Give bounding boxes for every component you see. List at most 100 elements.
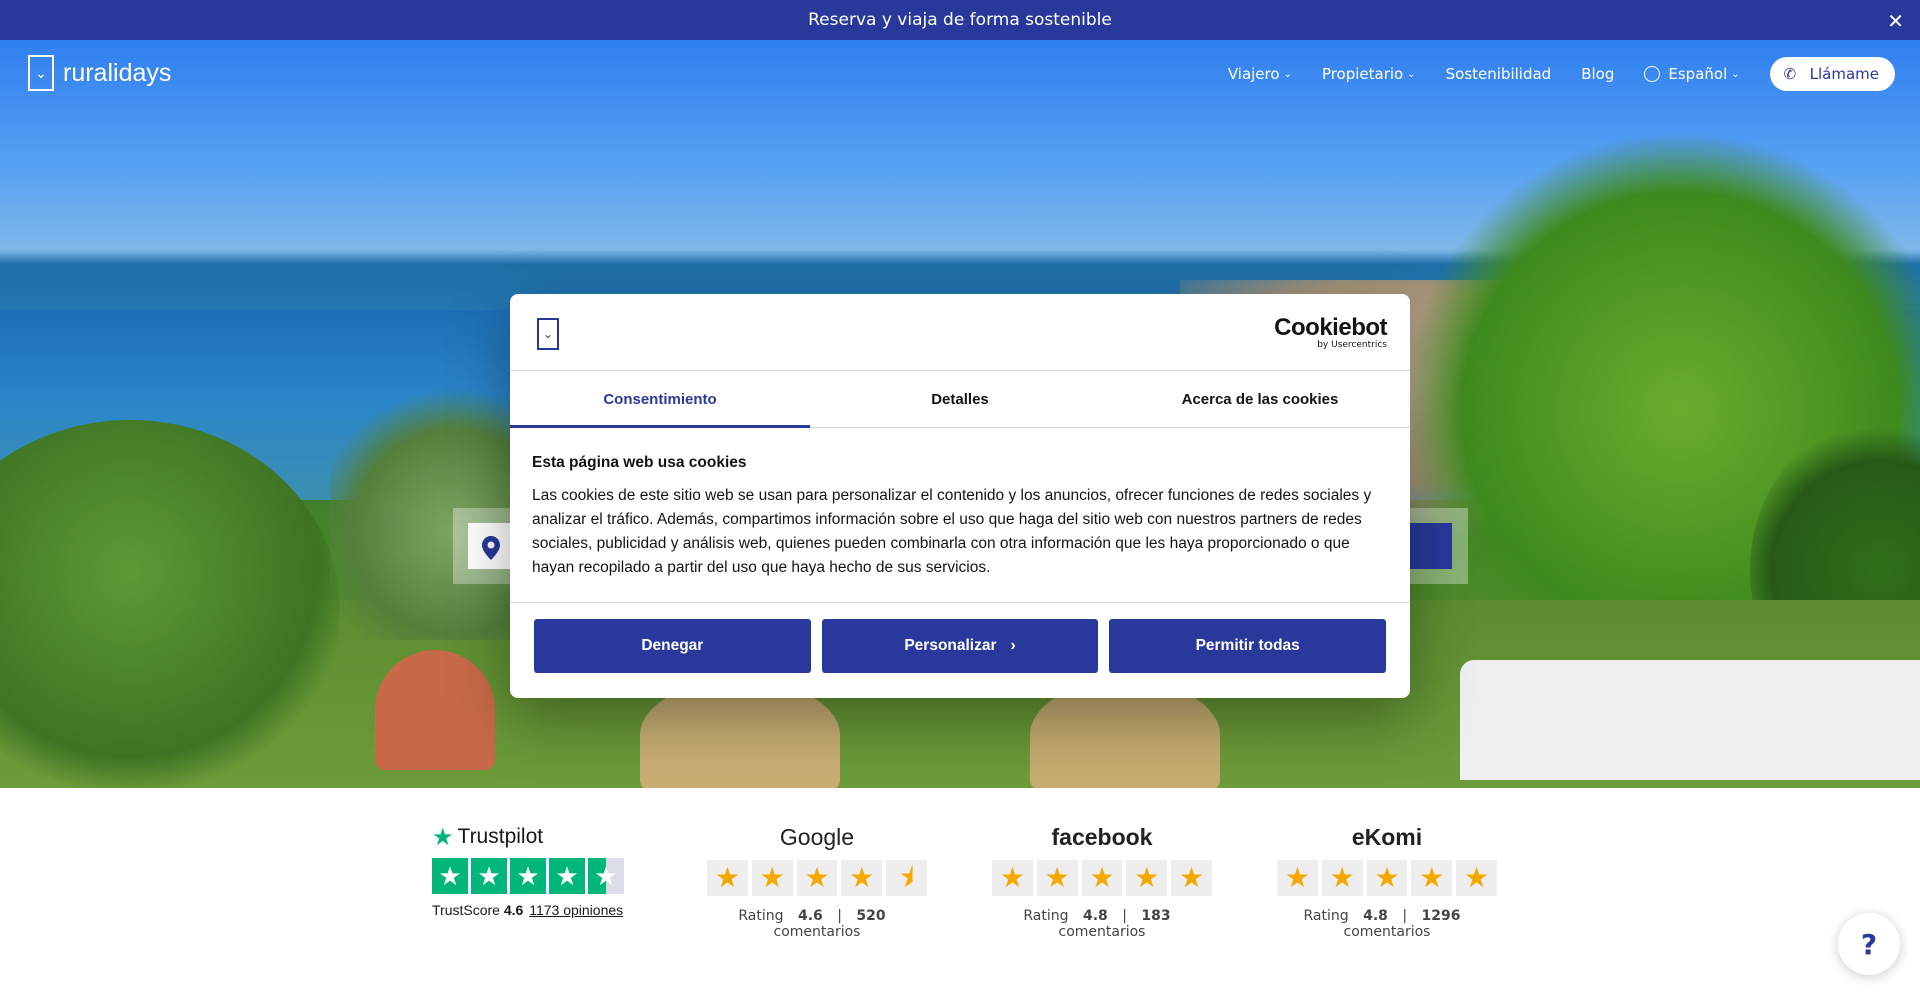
chevron-down-icon: ⌄ [1283,68,1292,80]
nav-item-label: Propietario [1321,65,1404,83]
trustpilot-star-icon: ★ [432,823,454,851]
cookiebot-by: by Usercentrics [1317,340,1387,350]
chevron-right-icon: › [1010,637,1016,654]
star-icon: ★ [1126,860,1168,896]
star-icon: ★ [1036,860,1078,896]
star-icon: ★ [1321,860,1363,896]
cookie-tabs: Consentimiento Detalles Acerca de las co… [510,370,1410,428]
rating-value: 4.6 [797,908,823,924]
deny-button[interactable]: Denegar [534,619,811,673]
count-label: comentarios [1343,924,1431,940]
customize-label: Personalizar [904,637,997,654]
call-me-label: Llámame [1809,65,1879,83]
deny-label: Denegar [641,637,704,654]
separator: | [1122,908,1127,924]
star-icon: ★ [1171,860,1212,896]
ekomi-rating-line: Rating 4.8 | 1296 comentarios [1277,908,1497,940]
language-selector[interactable]: Español ⌄ [1644,65,1740,83]
separator: | [837,908,842,924]
star-icon: ★ [510,858,546,894]
nav-item-label: Viajero [1227,65,1280,83]
cookiebot-logo[interactable]: Cookiebot by Usercentrics [1274,314,1387,351]
review-count: 183 [1141,908,1171,924]
review-count: 520 [856,908,886,924]
logo-text: ruralidays [63,58,172,87]
logo-mark-icon: ⌄ [28,55,54,91]
rating-label: Rating [738,908,784,924]
trustpilot-score-line: TrustScore 4.6 1173 opiniones [432,902,632,918]
chevron-down-icon: ⌄ [1731,68,1740,80]
google-rating-line: Rating 4.6 | 520 comentarios [707,908,927,940]
star-icon: ★ [707,860,748,896]
cookie-consent-dialog: ⌄ Cookiebot by Usercentrics Consentimien… [510,294,1410,698]
help-button[interactable]: ? [1838,913,1900,975]
star-icon: ★ [471,858,507,894]
separator: | [1402,908,1408,924]
call-me-button[interactable]: ✆ Llámame [1769,57,1895,91]
star-icon: ★ [751,860,793,896]
ratings-strip: ★ Trustpilot ★ ★ ★ ★ ★ TrustScore 4.6 11… [0,788,1920,993]
nav-item-propietario[interactable]: Propietario ⌄ [1322,65,1416,83]
nav-item-label: Blog [1581,65,1615,83]
google-stars: ★ ★ ★ ★ ⯨ [707,860,927,896]
star-icon: ★ [841,860,883,896]
allow-all-label: Permitir todas [1195,637,1300,654]
star-icon: ★ [432,858,468,894]
top-banner: Reserva y viaja de forma sostenible ✕ [0,0,1920,40]
cookiebot-brand: Cookiebot [1274,314,1387,341]
close-icon[interactable]: ✕ [1887,9,1904,33]
cookie-body: Esta página web usa cookies Las cookies … [532,454,1392,580]
tab-consentimiento[interactable]: Consentimiento [510,371,810,428]
trustpilot-widget[interactable]: ★ Trustpilot ★ ★ ★ ★ ★ TrustScore 4.6 11… [432,822,632,918]
location-pin-icon [482,536,500,560]
cookie-heading: Esta página web usa cookies [532,454,747,471]
customize-button[interactable]: Personalizar › [821,619,1099,673]
nav-item-viajero[interactable]: Viajero ⌄ [1228,65,1292,83]
banner-text: Reserva y viaja de forma sostenible [808,10,1112,30]
star-icon: ★ [796,860,838,896]
half-star-icon: ⯨ [886,860,927,896]
trustpilot-brand: ★ Trustpilot [432,822,632,852]
rating-value: 4.8 [1082,908,1108,924]
allow-all-button[interactable]: Permitir todas [1109,619,1387,673]
half-star-icon: ★ [588,858,624,894]
trustpilot-stars: ★ ★ ★ ★ ★ [432,858,632,894]
trustscore-value: 4.6 [503,902,524,918]
nav-item-label: Sostenibilidad [1445,65,1552,83]
ekomi-stars: ★ ★ ★ ★ ★ [1277,860,1497,896]
hero-wall [1460,660,1920,780]
tab-acerca-cookies[interactable]: Acerca de las cookies [1110,371,1410,427]
language-label: Español [1668,65,1728,83]
globe-icon [1644,66,1661,82]
ekomi-brand: eKomi [1351,824,1423,850]
facebook-brand: facebook [1051,824,1153,850]
site-logo-icon: ⌄ [537,318,559,350]
cookie-actions: Denegar Personalizar › Permitir todas [510,602,1410,698]
ekomi-rating[interactable]: eKomi ★ ★ ★ ★ ★ Rating 4.8 | 1296 coment… [1277,822,1497,940]
star-icon: ★ [1366,860,1408,896]
star-icon: ★ [1456,860,1497,896]
chevron-down-icon: ⌄ [1407,68,1416,80]
count-label: comentarios [773,924,861,940]
star-icon: ★ [992,860,1033,896]
google-rating[interactable]: Google ★ ★ ★ ★ ⯨ Rating 4.6 | 520 coment… [707,822,927,940]
rating-value: 4.8 [1363,908,1388,924]
phone-icon: ✆ [1783,65,1797,83]
tab-detalles[interactable]: Detalles [810,371,1110,427]
google-brand: Google [779,824,855,850]
facebook-rating-line: Rating 4.8 | 183 comentarios [992,908,1212,940]
nav-item-sostenibilidad[interactable]: Sostenibilidad [1446,65,1552,83]
facebook-stars: ★ ★ ★ ★ ★ [992,860,1212,896]
facebook-rating[interactable]: facebook ★ ★ ★ ★ ★ Rating 4.8 | 183 come… [992,822,1212,940]
cookie-description: Las cookies de este sitio web se usan pa… [532,487,1372,576]
hero-pot [375,650,495,770]
nav-item-blog[interactable]: Blog [1581,65,1614,83]
site-logo[interactable]: ⌄ ruralidays [28,55,171,91]
rating-label: Rating [1023,908,1069,924]
count-label: comentarios [1058,924,1146,940]
star-icon: ★ [1411,860,1453,896]
trustscore-label: TrustScore [432,902,500,918]
trustpilot-reviews-link[interactable]: 1173 opiniones [529,902,623,918]
star-icon: ★ [549,858,585,894]
star-icon: ★ [1277,860,1318,896]
